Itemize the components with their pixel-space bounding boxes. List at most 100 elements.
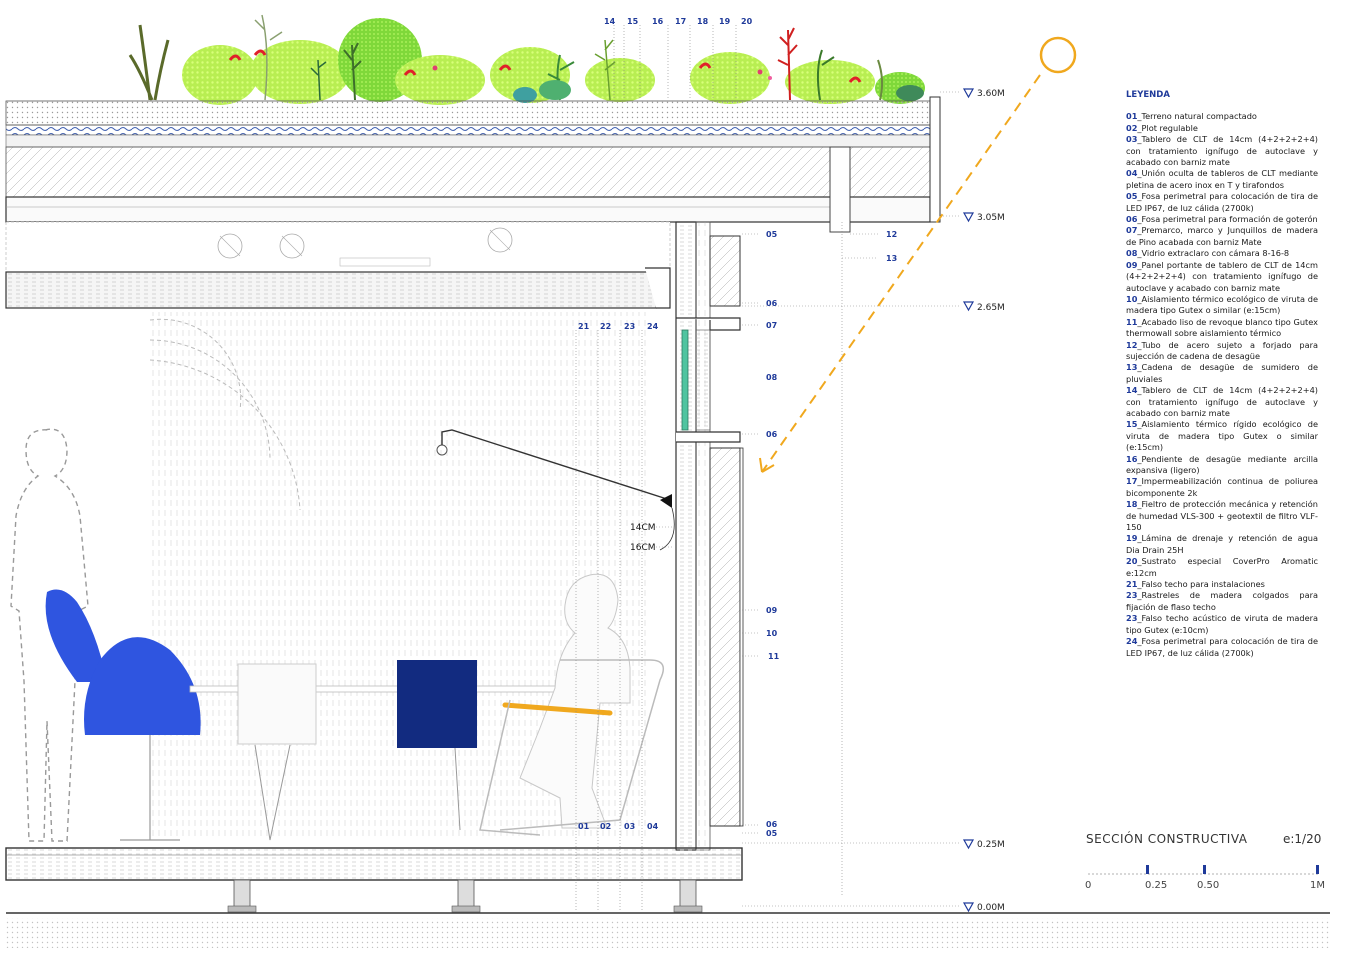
legend-item-number: 23 bbox=[1126, 613, 1138, 624]
legend-item-text: _Falso techo acústico de viruta de mader… bbox=[1126, 613, 1318, 635]
legend-item-text: _Falso techo para instalaciones bbox=[1137, 579, 1265, 590]
tag-05-top: 05 bbox=[766, 230, 778, 239]
legend-item: 23_Rastreles de madera colgados para fij… bbox=[1126, 590, 1318, 613]
tag-16: 16 bbox=[652, 17, 664, 26]
legend-item-text: _Terreno natural compactado bbox=[1137, 111, 1257, 122]
legend-item-number: 24 bbox=[1126, 636, 1138, 647]
legend-item-text: _Impermeabilización continua de poliurea… bbox=[1126, 476, 1318, 498]
legend-item-text: _Fieltro de protección mecánica y retenc… bbox=[1126, 499, 1318, 533]
tag-02: 02 bbox=[600, 822, 611, 831]
dimension-14cm: 14CM bbox=[630, 523, 656, 533]
level-label-305: 3.05M bbox=[977, 213, 1005, 223]
tag-21: 21 bbox=[578, 322, 590, 331]
legend-item-text: _Sustrato especial CoverPro Aromatic e:1… bbox=[1126, 556, 1318, 578]
legend-item: 14_Tablero de CLT de 14cm (4+2+2+2+4) co… bbox=[1126, 385, 1318, 419]
legend-item-number: 01 bbox=[1126, 111, 1138, 122]
scale-ratio: e:1/20 bbox=[1283, 832, 1322, 846]
legend-item-number: 16 bbox=[1126, 453, 1138, 464]
legend-item: 19_Lámina de drenaje y retención de agua… bbox=[1126, 533, 1318, 556]
legend-item: 07_Premarco, marco y Junquillos de mader… bbox=[1126, 225, 1318, 248]
tag-18: 18 bbox=[697, 17, 709, 26]
tag-06-c: 06 bbox=[766, 820, 778, 829]
legend-item-number: 07 bbox=[1126, 225, 1138, 236]
legend-item-text: _Fosa perimetral para formación de goter… bbox=[1137, 214, 1318, 225]
scale-label-050: 0.50 bbox=[1197, 880, 1220, 891]
level-label-360: 3.60M bbox=[977, 89, 1005, 99]
legend-item-text: _Plot regulable bbox=[1137, 122, 1198, 133]
legend-item: 21_Falso techo para instalaciones bbox=[1126, 579, 1318, 590]
legend-item: 09_Panel portante de tablero de CLT de 1… bbox=[1126, 260, 1318, 294]
tag-09: 09 bbox=[766, 606, 778, 615]
tag-15: 15 bbox=[627, 17, 639, 26]
legend-item-text: _Rastreles de madera colgados para fijac… bbox=[1126, 590, 1318, 612]
tag-22: 22 bbox=[600, 322, 611, 331]
legend-item: 17_Impermeabilización continua de poliur… bbox=[1126, 476, 1318, 499]
tag-13: 13 bbox=[886, 254, 897, 263]
legend-item-number: 21 bbox=[1126, 579, 1138, 590]
tag-14: 14 bbox=[604, 17, 616, 26]
legend-item-text: _Pendiente de desagüe mediante arcilla e… bbox=[1126, 453, 1318, 475]
legend-item: 11_Acabado liso de revoque blanco tipo G… bbox=[1126, 317, 1318, 340]
tag-01: 01 bbox=[578, 822, 590, 831]
legend-item-number: 23 bbox=[1126, 590, 1138, 601]
green-roof-vegetation bbox=[128, 14, 925, 105]
legend-item-text: _Panel portante de tablero de CLT de 14c… bbox=[1126, 259, 1318, 293]
scale-label-025: 0.25 bbox=[1145, 880, 1168, 891]
tag-24: 24 bbox=[647, 322, 659, 331]
legend-item-text: _Aislamiento térmico ecológico de viruta… bbox=[1126, 293, 1318, 316]
legend-item: 12_Tubo de acero sujeto a forjado para s… bbox=[1126, 340, 1318, 363]
tag-19: 19 bbox=[719, 17, 731, 26]
legend-item-number: 06 bbox=[1126, 214, 1138, 225]
legend-item-text: _Tubo de acero sujeto a forjado para suj… bbox=[1126, 339, 1318, 361]
legend-item-number: 20 bbox=[1126, 556, 1138, 567]
level-markers: 3.60M 3.05M 2.65M 0.25M 0.00M bbox=[962, 88, 1005, 913]
legend-item: 03_Tablero de CLT de 14cm (4+2+2+2+4) co… bbox=[1126, 134, 1318, 168]
legend-item: 20_Sustrato especial CoverPro Aromatic e… bbox=[1126, 556, 1318, 579]
legend-item-text: _Fosa perimetral para colocación de tira… bbox=[1126, 191, 1318, 213]
legend-title: LEYENDA bbox=[1126, 90, 1170, 100]
scale-bar bbox=[1088, 865, 1319, 875]
scale-label-1m: 1M bbox=[1310, 880, 1325, 891]
legend: LEYENDA 01_Terreno natural compactado 02_… bbox=[1126, 90, 1318, 659]
tag-20: 20 bbox=[741, 17, 753, 26]
tag-17: 17 bbox=[675, 17, 686, 26]
legend-item: 13_Cadena de desagüe de sumidero de pluv… bbox=[1126, 362, 1318, 385]
legend-item: 08_Vidrio extraclaro con cámara 8-16-8 bbox=[1126, 248, 1318, 259]
scale-label-0: 0 bbox=[1085, 880, 1092, 891]
tag-11: 11 bbox=[768, 652, 780, 661]
section-title: SECCIÓN CONSTRUCTIVA bbox=[1086, 832, 1248, 846]
tag-07: 07 bbox=[766, 321, 777, 330]
legend-item-number: 10 bbox=[1126, 293, 1138, 304]
legend-item-number: 09 bbox=[1126, 259, 1138, 270]
legend-item-number: 11 bbox=[1126, 316, 1138, 327]
legend-item: 05_Fosa perimetral para colocación de ti… bbox=[1126, 191, 1318, 214]
tag-23: 23 bbox=[624, 322, 635, 331]
tag-06-a: 06 bbox=[766, 299, 778, 308]
adjustable-plot bbox=[673, 879, 703, 913]
level-label-265: 2.65M bbox=[977, 303, 1005, 313]
legend-item-text: _Tablero de CLT de 14cm (4+2+2+2+4) con … bbox=[1126, 385, 1318, 418]
legend-item-number: 05 bbox=[1126, 191, 1138, 202]
dimension-16cm: 16CM bbox=[630, 543, 656, 553]
legend-item-text: _Premarco, marco y Junquillos de madera … bbox=[1126, 225, 1318, 247]
floor-slab bbox=[5, 847, 1330, 948]
legend-item-number: 14 bbox=[1126, 385, 1138, 396]
adjustable-plot bbox=[227, 879, 257, 913]
legend-item: 02_Plot regulable bbox=[1126, 123, 1318, 134]
level-label-025: 0.25M bbox=[977, 840, 1005, 850]
compacted-ground bbox=[6, 918, 1330, 948]
legend-item-number: 08 bbox=[1126, 248, 1138, 259]
legend-item-text: _Vidrio extraclaro con cámara 8-16-8 bbox=[1137, 248, 1290, 259]
facade-wall bbox=[675, 221, 744, 851]
adjustable-plot bbox=[451, 879, 481, 913]
legend-item-number: 12 bbox=[1126, 339, 1138, 350]
tag-05-bottom: 05 bbox=[766, 829, 778, 838]
tag-10: 10 bbox=[766, 629, 778, 638]
tag-06-b: 06 bbox=[766, 430, 778, 439]
legend-item-text: _Aislamiento térmico rígido ecológico de… bbox=[1126, 419, 1318, 453]
legend-item-number: 04 bbox=[1126, 168, 1138, 179]
legend-item: 18_Fieltro de protección mecánica y rete… bbox=[1126, 499, 1318, 533]
legend-item-text: _Fosa perimetral para colocación de tira… bbox=[1126, 636, 1318, 658]
legend-item-number: 15 bbox=[1126, 419, 1138, 430]
tag-12: 12 bbox=[886, 230, 897, 239]
